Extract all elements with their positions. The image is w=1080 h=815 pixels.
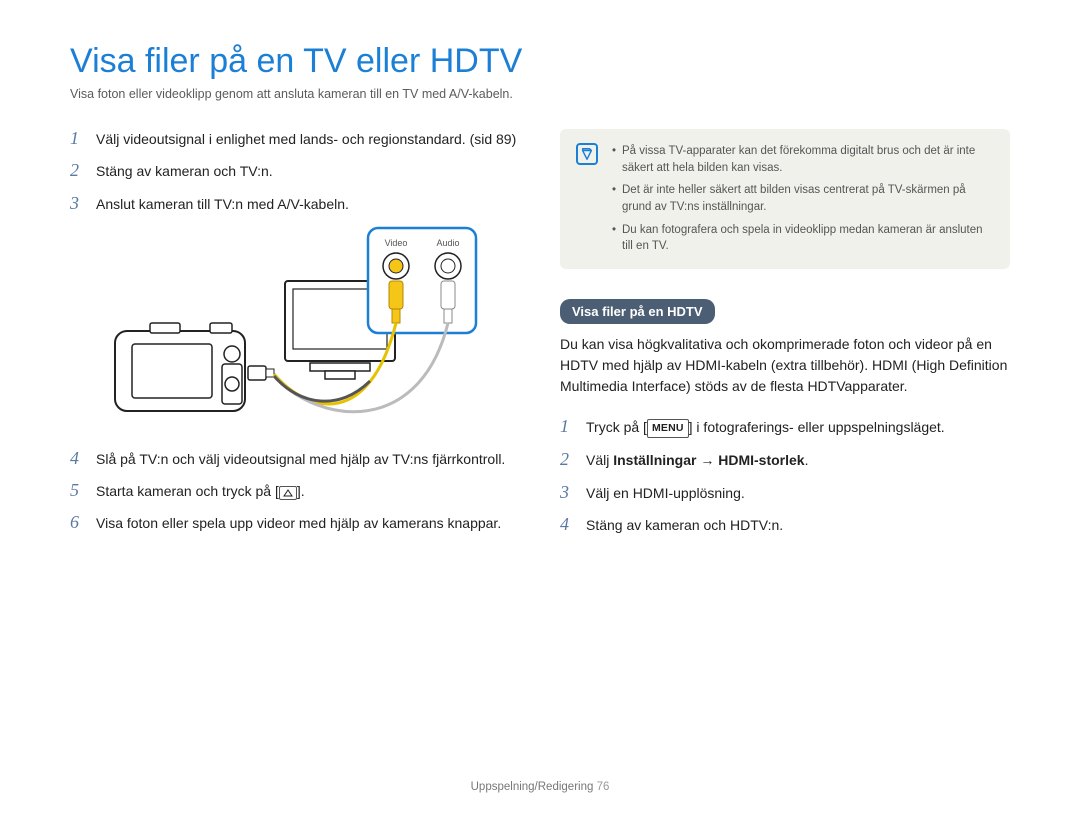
av-jack-panel: Video Audio (368, 228, 476, 333)
content-columns: 1 Välj videoutsignal i enlighet med land… (70, 129, 1010, 547)
footer-section: Uppspelning/Redigering (471, 781, 594, 793)
step-2: 2 Stäng av kameran och TV:n. (70, 161, 520, 181)
step-text: Slå på TV:n och välj videoutsignal med h… (96, 449, 520, 469)
step-text: Stäng av kameran och HDTV:n. (586, 515, 1010, 535)
step-number: 4 (70, 449, 88, 469)
hdtv-step-4: 4 Stäng av kameran och HDTV:n. (560, 515, 1010, 535)
camera-icon (115, 323, 245, 411)
menu-button-label: MENU (647, 419, 689, 438)
note-item: Du kan fotografera och spela in videokli… (612, 222, 994, 255)
step-number: 5 (70, 481, 88, 501)
step-text: Välj en HDMI-upplösning. (586, 483, 1010, 503)
step-4: 4 Slå på TV:n och välj videoutsignal med… (70, 449, 520, 469)
page-footer: Uppspelning/Redigering 76 (0, 781, 1080, 793)
playback-icon (279, 486, 297, 500)
step-text: Tryck på [MENU] i fotograferings- eller … (586, 417, 1010, 438)
hdtv-step-3: 3 Välj en HDMI-upplösning. (560, 483, 1010, 503)
step-6: 6 Visa foton eller spela upp videor med … (70, 513, 520, 533)
note-icon (576, 143, 598, 165)
page-number: 76 (597, 781, 610, 793)
page-title: Visa filer på en TV eller HDTV (70, 42, 1010, 81)
plug-icon (248, 366, 274, 380)
step-number: 3 (70, 194, 88, 214)
hdtv-step-1: 1 Tryck på [MENU] i fotograferings- elle… (560, 417, 1010, 438)
note-item: Det är inte heller säkert att bilden vis… (612, 182, 994, 215)
diagram-svg: Video Audio (110, 226, 480, 426)
step-number: 4 (560, 515, 578, 535)
note-box: På vissa TV-apparater kan det förekomma … (560, 129, 1010, 269)
step-5: 5 Starta kameran och tryck på []. (70, 481, 520, 501)
step-number: 2 (560, 450, 578, 470)
step-text: Välj Inställningar → HDMI-storlek. (586, 450, 1010, 470)
note-item: På vissa TV-apparater kan det förekomma … (612, 143, 994, 176)
note-list: På vissa TV-apparater kan det förekomma … (612, 143, 994, 255)
step-1: 1 Välj videoutsignal i enlighet med land… (70, 129, 520, 149)
step-number: 6 (70, 513, 88, 533)
step-text: Anslut kameran till TV:n med A/V-kabeln. (96, 194, 520, 214)
step-number: 1 (560, 417, 578, 437)
svg-text:Audio: Audio (436, 238, 459, 248)
svg-text:Video: Video (385, 238, 408, 248)
hdtv-step-2: 2 Välj Inställningar → HDMI-storlek. (560, 450, 1010, 470)
step-number: 3 (560, 483, 578, 503)
step-text: Visa foton eller spela upp videor med hj… (96, 513, 520, 533)
step-3: 3 Anslut kameran till TV:n med A/V-kabel… (70, 194, 520, 214)
left-column: 1 Välj videoutsignal i enlighet med land… (70, 129, 520, 547)
page-subtitle: Visa foton eller videoklipp genom att an… (70, 87, 1010, 101)
connection-diagram: Video Audio (110, 226, 520, 431)
step-text: Starta kameran och tryck på []. (96, 481, 520, 501)
step-text: Välj videoutsignal i enlighet med lands-… (96, 129, 520, 149)
right-column: På vissa TV-apparater kan det förekomma … (560, 129, 1010, 547)
step-text: Stäng av kameran och TV:n. (96, 161, 520, 181)
step-number: 1 (70, 129, 88, 149)
hdtv-heading-pill: Visa filer på en HDTV (560, 299, 715, 324)
manual-page: Visa filer på en TV eller HDTV Visa foto… (0, 0, 1080, 815)
step-number: 2 (70, 161, 88, 181)
hdtv-intro: Du kan visa högkvalitativa och okomprime… (560, 334, 1010, 397)
